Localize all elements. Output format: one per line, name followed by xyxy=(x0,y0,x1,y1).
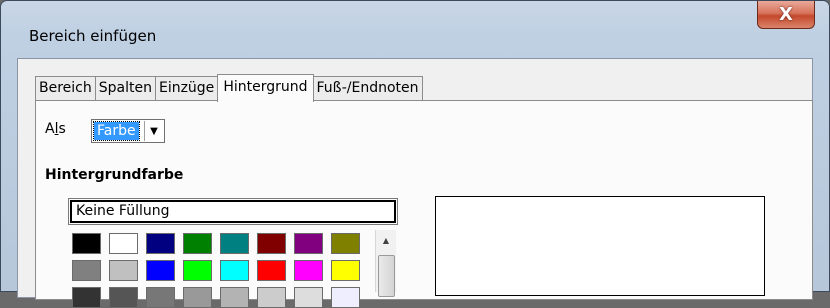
color-swatch[interactable] xyxy=(257,260,286,281)
as-label-part: A xyxy=(45,121,55,137)
color-preview xyxy=(435,196,765,296)
color-swatch[interactable] xyxy=(294,233,323,254)
color-swatch[interactable] xyxy=(331,287,360,308)
color-swatch[interactable] xyxy=(257,287,286,308)
as-select[interactable]: Farbe ▼ xyxy=(91,119,165,143)
scrollbar-thumb[interactable] xyxy=(378,255,395,297)
color-swatch[interactable] xyxy=(183,233,212,254)
close-icon: X xyxy=(779,4,793,25)
color-swatch[interactable] xyxy=(220,233,249,254)
tab-bar: Bereich Spalten Einzüge Hintergrund Fuß-… xyxy=(35,74,423,102)
tab-fussnoten[interactable]: Fuß-/Endnoten xyxy=(312,76,423,100)
color-swatch[interactable] xyxy=(109,287,138,308)
tab-hintergrund[interactable]: Hintergrund xyxy=(217,74,314,102)
chevron-down-icon[interactable]: ▼ xyxy=(144,121,163,141)
color-swatch[interactable] xyxy=(220,260,249,281)
color-swatch[interactable] xyxy=(331,260,360,281)
color-palette xyxy=(72,230,372,308)
color-swatch[interactable] xyxy=(146,260,175,281)
section-title-background-color: Hintergrundfarbe xyxy=(45,167,184,183)
close-button[interactable]: X xyxy=(757,1,815,29)
color-swatch[interactable] xyxy=(331,233,360,254)
dialog-title: Bereich einfügen xyxy=(29,27,157,45)
color-swatch[interactable] xyxy=(183,287,212,308)
as-select-value: Farbe xyxy=(93,121,140,141)
color-swatch[interactable] xyxy=(109,260,138,281)
tab-bereich[interactable]: Bereich xyxy=(35,76,96,100)
color-swatch[interactable] xyxy=(183,260,212,281)
title-bar[interactable]: Bereich einfügen X xyxy=(1,1,829,51)
scroll-up-arrow-icon[interactable]: ▲ xyxy=(376,230,396,250)
tab-einzuege[interactable]: Einzüge xyxy=(154,76,219,100)
color-swatch[interactable] xyxy=(294,287,323,308)
tab-spalten[interactable]: Spalten xyxy=(94,76,156,100)
palette-scrollbar[interactable]: ▲ xyxy=(375,230,396,297)
color-swatch[interactable] xyxy=(109,233,138,254)
color-swatch[interactable] xyxy=(294,260,323,281)
color-swatch[interactable] xyxy=(146,287,175,308)
color-swatch[interactable] xyxy=(220,287,249,308)
color-swatch[interactable] xyxy=(146,233,175,254)
no-fill-option[interactable]: Keine Füllung xyxy=(68,198,398,225)
as-label-part: s xyxy=(58,121,66,137)
color-swatch[interactable] xyxy=(72,260,101,281)
color-swatch[interactable] xyxy=(257,233,286,254)
color-swatch[interactable] xyxy=(72,233,101,254)
as-label: Als xyxy=(45,121,66,137)
color-swatch[interactable] xyxy=(72,287,101,308)
